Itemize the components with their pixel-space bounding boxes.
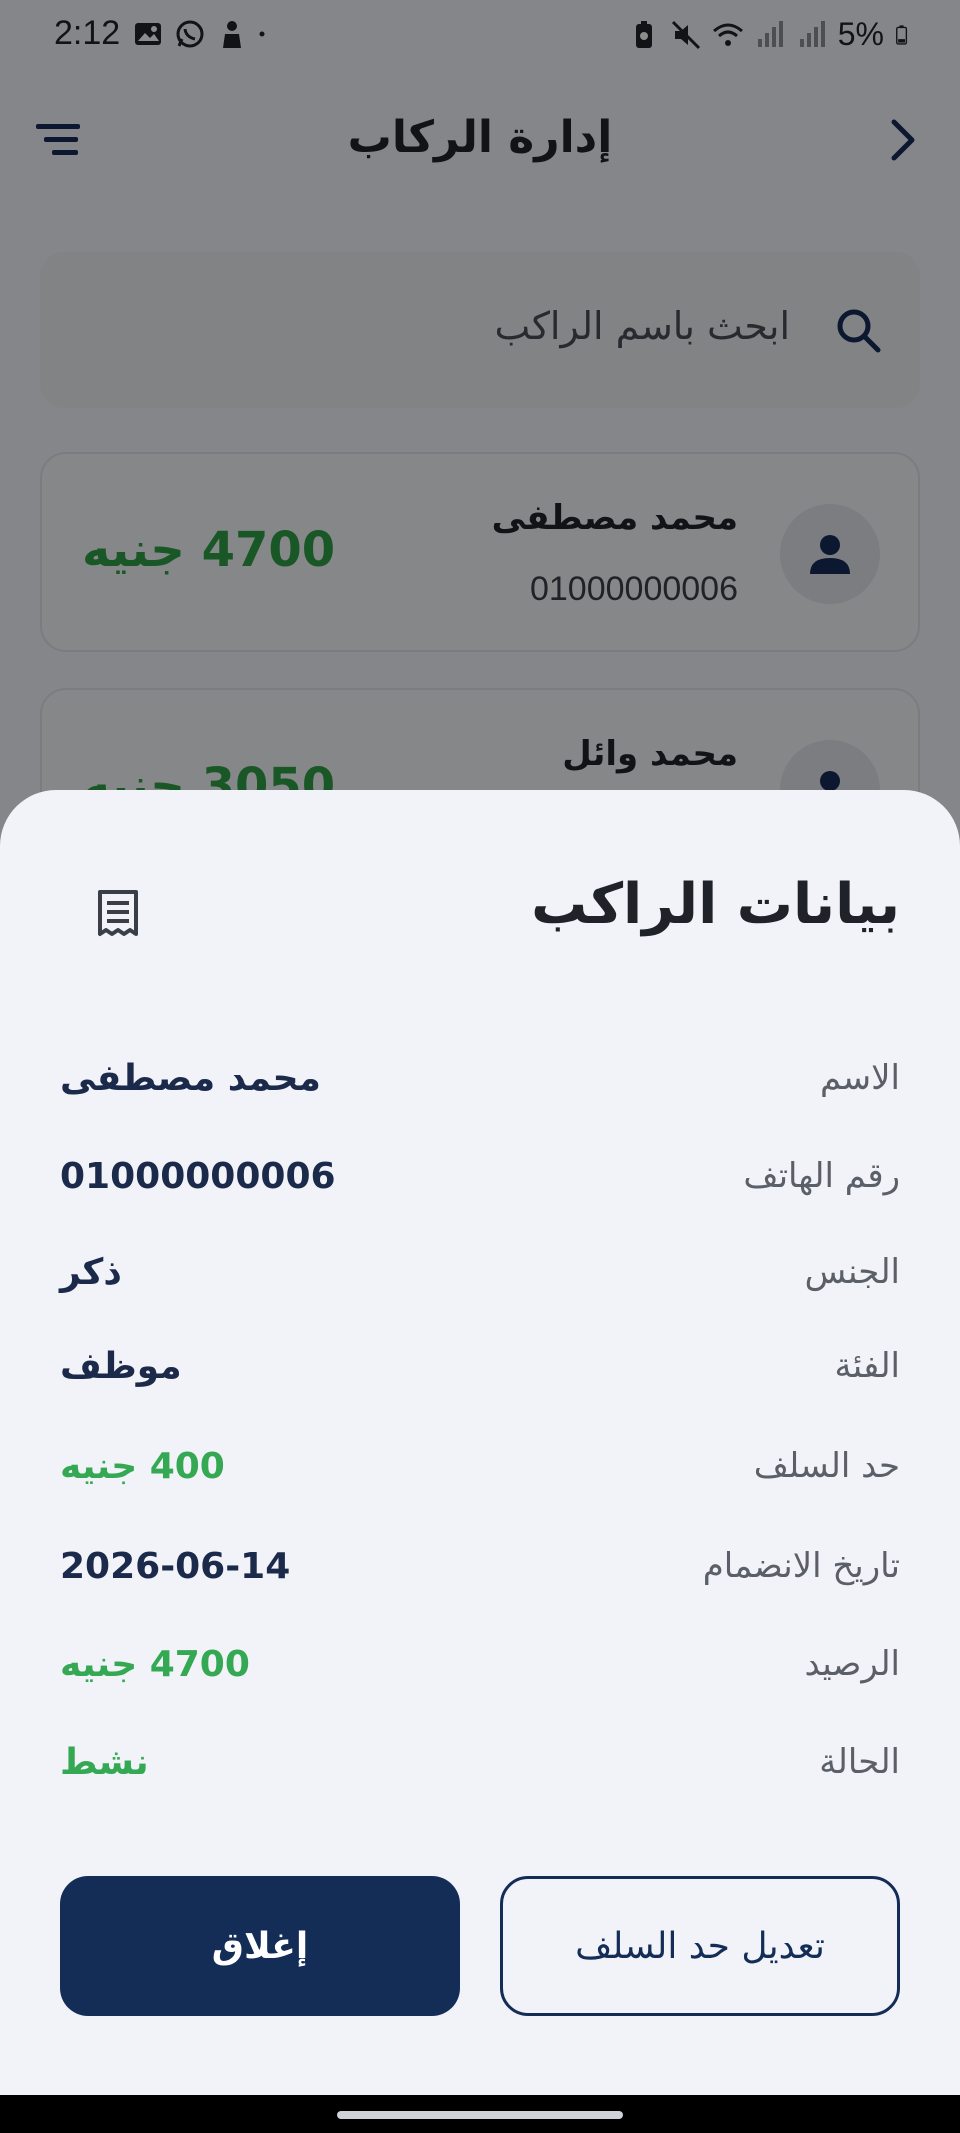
home-gesture-handle[interactable] [337, 2111, 623, 2119]
field-value: 400 جنيه [60, 1446, 225, 1487]
field-value: 2026-06-14 [60, 1546, 291, 1587]
field-category: الفئة موظف [60, 1346, 900, 1406]
field-label: رقم الهاتف [743, 1156, 900, 1196]
field-label: حد السلف [753, 1446, 900, 1486]
field-label: الحالة [819, 1742, 900, 1782]
field-phone: رقم الهاتف 01000000006 [60, 1156, 900, 1216]
field-advance-limit: حد السلف 400 جنيه [60, 1446, 900, 1506]
field-value: محمد مصطفى [60, 1058, 321, 1099]
field-value: 01000000006 [60, 1156, 336, 1197]
field-label: الجنس [804, 1252, 900, 1292]
field-value: موظف [60, 1346, 182, 1387]
close-button[interactable]: إغلاق [60, 1876, 460, 2016]
edit-advance-limit-button[interactable]: تعديل حد السلف [500, 1876, 900, 2016]
receipt-icon[interactable] [90, 886, 146, 942]
field-label: الرصيد [804, 1644, 900, 1684]
field-status: الحالة نشط [60, 1742, 900, 1802]
field-balance: الرصيد 4700 جنيه [60, 1644, 900, 1704]
field-join-date: تاريخ الانضمام 2026-06-14 [60, 1546, 900, 1606]
field-label: تاريخ الانضمام [702, 1546, 900, 1586]
field-label: الاسم [820, 1058, 900, 1098]
field-value: نشط [60, 1742, 149, 1783]
field-gender: الجنس ذكر [60, 1252, 900, 1312]
field-value: ذكر [60, 1252, 122, 1293]
system-nav-bar [0, 2095, 960, 2133]
rider-details-sheet: بيانات الراكب الاسم محمد مصطفى رقم الهات… [0, 790, 960, 2095]
field-name: الاسم محمد مصطفى [60, 1058, 900, 1118]
screen: 2:12 5% إدارة الركاب ابحث باسم الراكب مح… [0, 0, 960, 2133]
sheet-title: بيانات الراكب [531, 872, 900, 937]
field-label: الفئة [834, 1346, 901, 1386]
field-value: 4700 جنيه [60, 1644, 250, 1685]
